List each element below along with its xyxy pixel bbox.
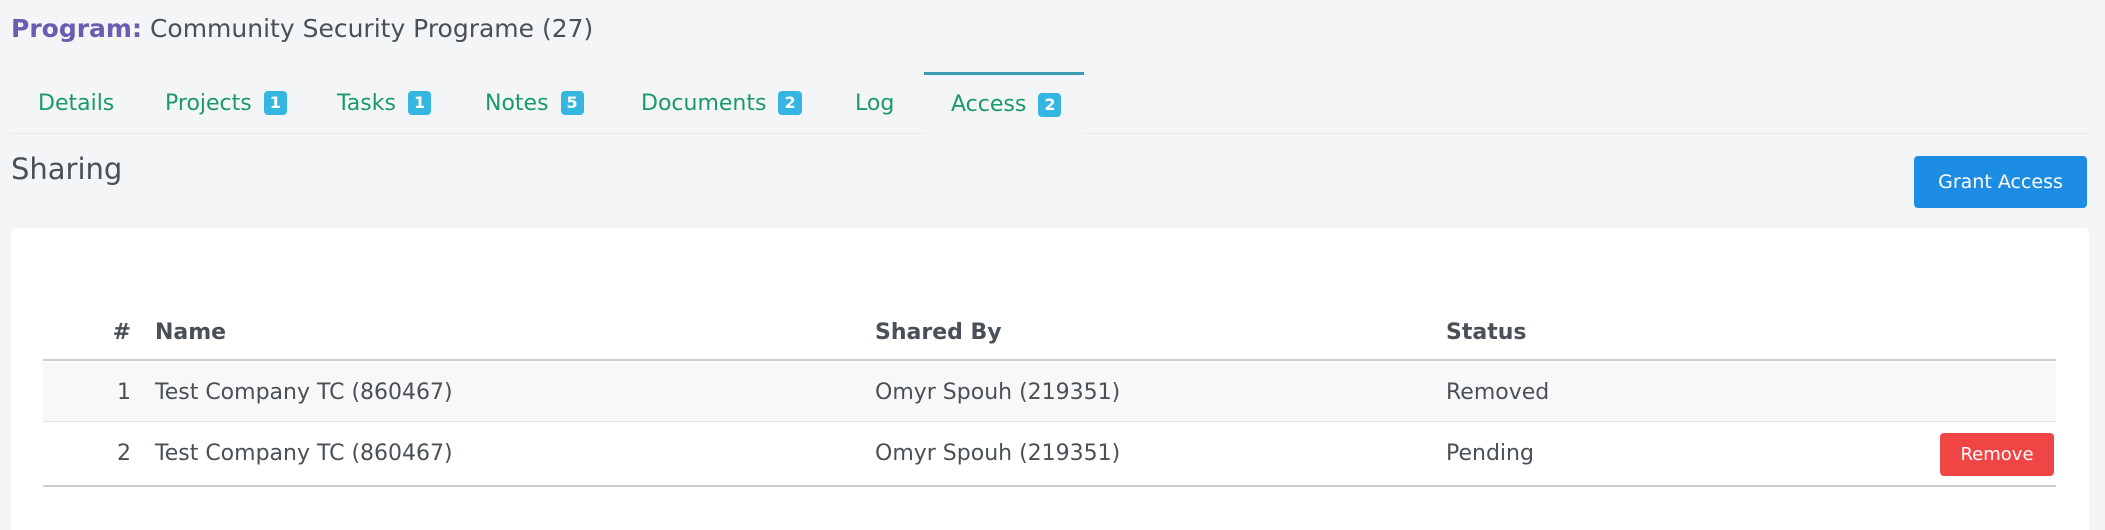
row-status: Pending (1446, 441, 1534, 466)
row-number: 2 (117, 441, 131, 466)
row-status: Removed (1446, 379, 1550, 405)
tab-bar: Details Projects 1 Tasks 1 Notes 5 Docum… (11, 72, 2089, 134)
table-header: # Name Shared By Status (43, 306, 2056, 361)
row-name: Test Company TC (860467) (155, 441, 453, 466)
row-number: 1 (117, 379, 131, 405)
tab-label: Notes (485, 90, 549, 116)
sharing-table-card: # Name Shared By Status 1 Test Company T… (11, 228, 2089, 530)
tab-tasks[interactable]: Tasks 1 (337, 72, 432, 134)
tab-label: Access (951, 92, 1027, 117)
count-badge: 1 (263, 91, 287, 115)
column-header-shared-by: Shared By (875, 320, 1002, 345)
column-header-status: Status (1446, 320, 1527, 345)
count-badge: 2 (778, 91, 802, 115)
tab-log[interactable]: Log (855, 72, 894, 134)
row-shared-by: Omyr Spouh (219351) (875, 379, 1121, 405)
grant-access-button[interactable]: Grant Access (1914, 156, 2087, 208)
program-label: Program: (11, 14, 142, 43)
tab-access[interactable]: Access 2 (924, 72, 1084, 134)
tab-notes[interactable]: Notes 5 (485, 72, 584, 134)
tab-label: Tasks (337, 90, 396, 116)
count-badge: 1 (407, 91, 432, 115)
column-header-number: # (112, 320, 131, 345)
row-name: Test Company TC (860467) (155, 379, 453, 405)
program-header: Program: Community Security Programe (27… (11, 14, 593, 43)
tab-label: Details (38, 90, 115, 116)
tab-label: Projects (165, 90, 252, 116)
column-header-name: Name (155, 320, 227, 345)
tab-label: Documents (641, 90, 767, 116)
table-row: 2 Test Company TC (860467) Omyr Spouh (2… (43, 422, 2056, 487)
table-row: 1 Test Company TC (860467) Omyr Spouh (2… (43, 363, 2056, 422)
tab-projects[interactable]: Projects 1 (165, 72, 287, 134)
count-badge: 2 (1038, 92, 1062, 117)
remove-button[interactable]: Remove (1940, 433, 2054, 476)
row-shared-by: Omyr Spouh (219351) (875, 441, 1121, 466)
program-name: Community Security Programe (27) (149, 14, 594, 43)
count-badge: 5 (560, 91, 584, 115)
tab-label: Log (855, 90, 895, 116)
tab-details[interactable]: Details (38, 72, 114, 134)
tab-documents[interactable]: Documents 2 (641, 72, 802, 134)
section-title: Sharing (11, 152, 123, 186)
